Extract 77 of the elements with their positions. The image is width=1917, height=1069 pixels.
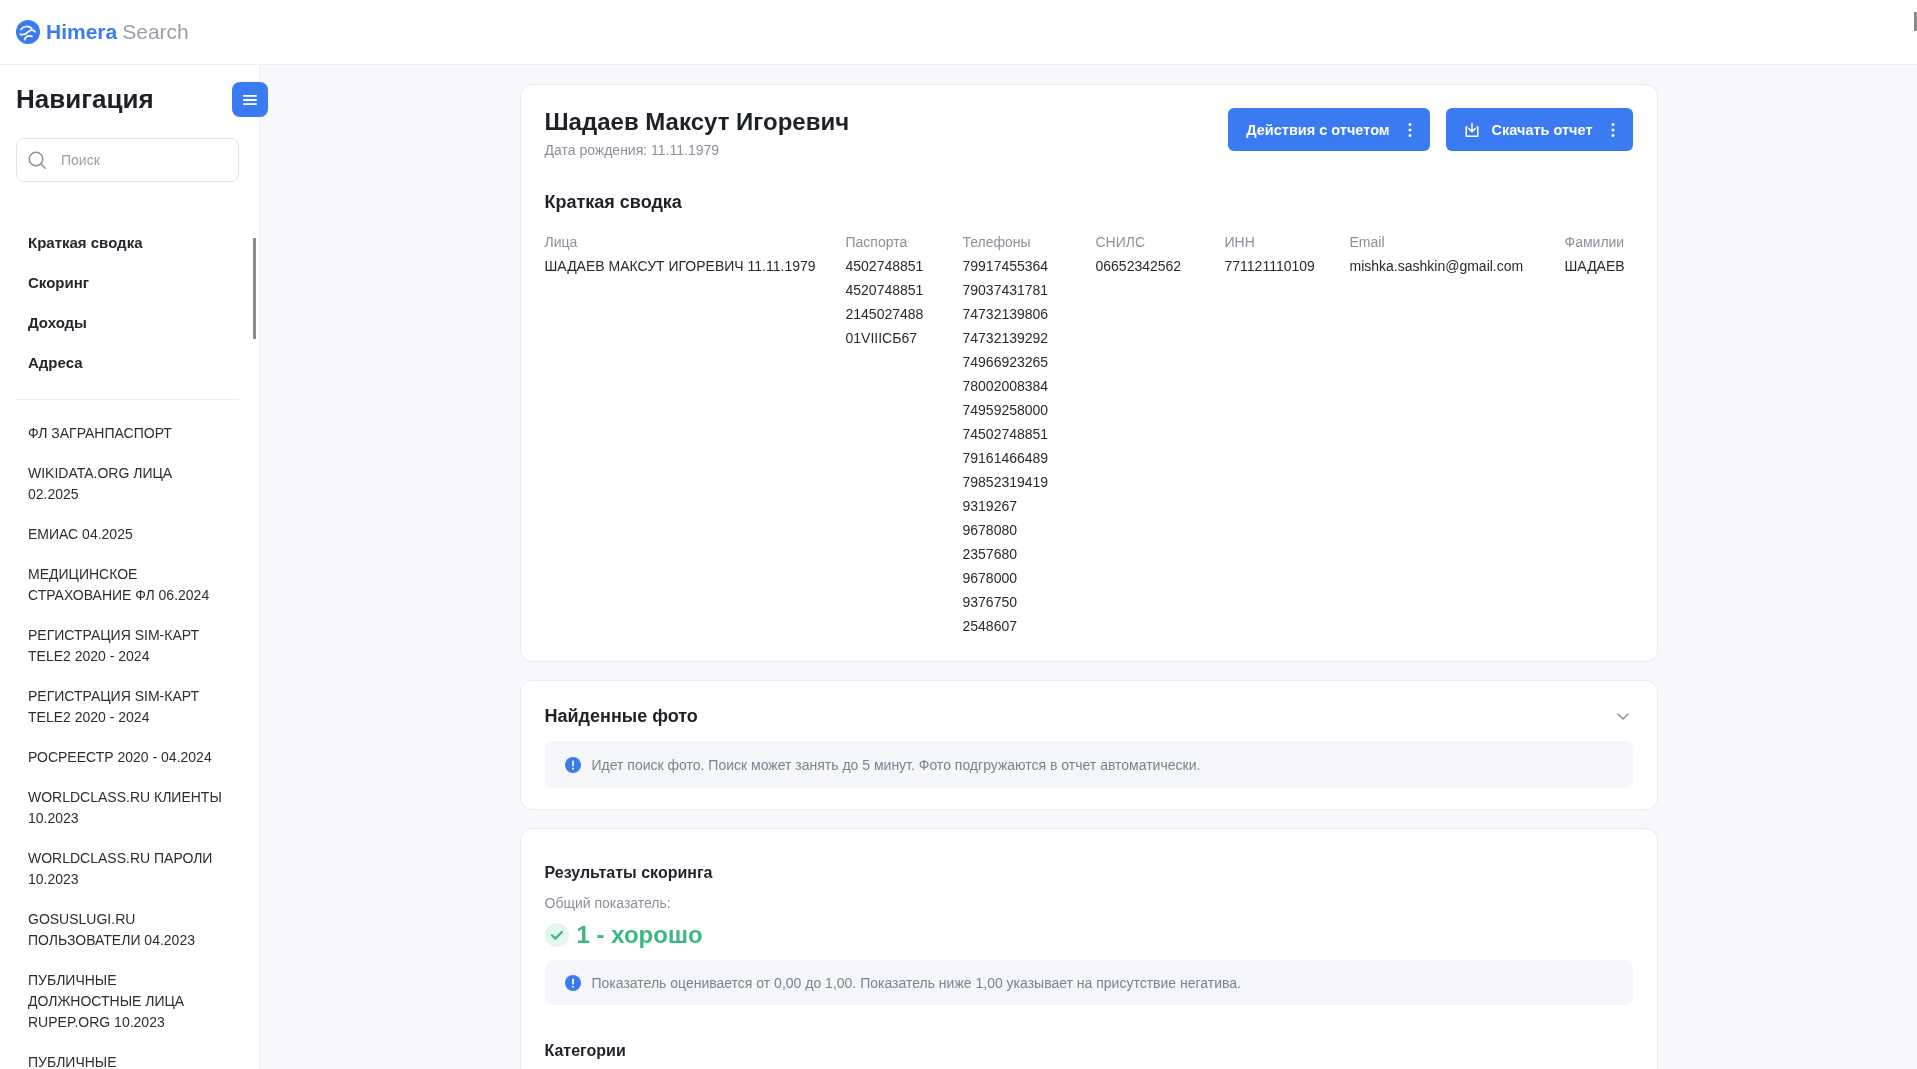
source-link[interactable]: WORLDCLASS.RU ПАРОЛИ 10.2023: [16, 848, 223, 890]
table-cell-text: ШАДАЕВ МАКСУТ ИГОРЕВИЧ 11.11.1979: [544, 257, 816, 276]
table-cell-text: 9678000: [962, 569, 1017, 588]
nav-link[interactable]: Доходы: [16, 303, 87, 343]
section-title: Краткая сводка: [544, 191, 682, 214]
table-cell-text: 74959258000: [962, 401, 1049, 420]
product-name: Search: [122, 20, 189, 44]
actions-button[interactable]: Действия с отчетом: [1228, 108, 1430, 151]
source-link[interactable]: РЕГИСТРАЦИЯ SIM-КАРТ TELE2 2020 - 2024: [16, 625, 223, 667]
table-cell-text: 06652342562: [1095, 257, 1182, 276]
source-link[interactable]: WORLDCLASS.RU КЛИЕНТЫ 10.2023: [16, 787, 223, 829]
chevron-down-icon[interactable]: [1616, 712, 1629, 720]
table-cell-text: 79037431781: [962, 281, 1049, 300]
menu-icon: [243, 94, 257, 105]
table-cell-text: 01VIIIСБ67: [845, 329, 917, 348]
section-title: Результаты скоринга: [544, 863, 713, 883]
column-header: Лица: [544, 233, 578, 252]
search-field[interactable]: Поиск: [16, 138, 239, 182]
table-cell-text: 74732139806: [962, 305, 1049, 324]
scrollbar-thumb[interactable]: [253, 238, 256, 339]
check-icon: [544, 923, 569, 947]
info-icon: [564, 974, 581, 991]
table-cell-text: 2357680: [962, 545, 1017, 564]
birth-date: Дата рождения: 11.11.1979: [544, 141, 720, 159]
table-cell-text: 9319267: [962, 497, 1017, 516]
table-cell-text: 78002008384: [962, 377, 1049, 396]
table-cell-text: 79852319419: [962, 473, 1049, 492]
source-link[interactable]: WIKIDATA.ORG ЛИЦА 02.2025: [16, 463, 223, 505]
table-cell-text: 74502748851: [962, 425, 1049, 444]
table-cell-text: 2145027488: [845, 305, 924, 324]
notice-text: Показатель оценивается от 0,00 до 1,00. Показатель ниже 1,00 указывает на присутствие негатива.: [591, 974, 1241, 991]
nav-link[interactable]: Адреса: [16, 343, 83, 383]
source-link[interactable]: РОСРЕЕСТР 2020 - 04.2024: [16, 747, 212, 768]
column-header: СНИЛС: [1095, 233, 1146, 252]
source-link[interactable]: РЕГИСТРАЦИЯ SIM-КАРТ TELE2 2020 - 2024: [16, 686, 223, 728]
source-link[interactable]: ЕМИАС 04.2025: [16, 524, 133, 545]
menu-button[interactable]: [232, 82, 268, 117]
table-cell-text: 79917455364: [962, 257, 1049, 276]
scrollbar-thumb[interactable]: [1914, 12, 1917, 31]
table-cell-text: 74966923265: [962, 353, 1049, 372]
logo-icon: [16, 20, 40, 44]
section-title: Найденные фото: [544, 705, 698, 728]
sidebar-title: Навигация: [16, 84, 154, 114]
nav-link[interactable]: Краткая сводка: [16, 223, 143, 263]
table-cell-text: 771121110109: [1224, 257, 1315, 276]
source-link[interactable]: МЕДИЦИНСКОЕ СТРАХОВАНИЕ ФЛ 06.2024: [16, 564, 223, 606]
download-button[interactable]: Скачать отчет: [1445, 108, 1633, 151]
person-name: Шадаев Максут Игоревич: [544, 108, 850, 136]
table-cell-text: mishka.sashkin@gmail.com: [1349, 257, 1524, 276]
source-link[interactable]: ФЛ ЗАГРАНПАСПОРТ: [16, 423, 172, 444]
column-header: Телефоны: [962, 233, 1031, 252]
score-value: 1 - хорошо: [576, 920, 703, 950]
info-icon: [564, 756, 581, 773]
column-header: Фамилии: [1564, 233, 1625, 252]
table-cell-text: ШАДАЕВ: [1564, 257, 1625, 276]
table-cell-text: 4520748851: [845, 281, 924, 300]
table-cell-text: 4502748851: [845, 257, 924, 276]
source-link[interactable]: ПУБЛИЧНЫЕ: [16, 1052, 117, 1069]
table-cell-text: 2548607: [962, 617, 1017, 636]
source-link[interactable]: GOSUSLUGI.RU ПОЛЬЗОВАТЕЛИ 04.2023: [16, 909, 223, 951]
score-label: Общий показатель:: [544, 894, 671, 913]
column-header: Паспорта: [845, 233, 908, 252]
nav-link[interactable]: Скоринг: [16, 263, 89, 303]
table-cell-text: 74732139292: [962, 329, 1049, 348]
brand-name: Himera: [46, 20, 118, 44]
notice-text: Идет поиск фото. Поиск может занять до 5 минут. Фото подгружаются в отчет автоматически.: [591, 756, 1201, 773]
search-icon: [28, 151, 46, 169]
table-cell-text: 9678080: [962, 521, 1017, 540]
column-header: ИНН: [1224, 233, 1255, 252]
source-link[interactable]: ПУБЛИЧНЫЕ ДОЛЖНОСТНЫЕ ЛИЦА RUPEP.ORG 10.2023: [16, 970, 223, 1033]
column-header: Email: [1349, 233, 1385, 252]
download-icon: [1463, 121, 1480, 138]
more-icon: [1610, 122, 1615, 137]
more-icon: [1407, 122, 1412, 137]
table-cell-text: 79161466489: [962, 449, 1049, 468]
section-title: Категории: [544, 1041, 626, 1061]
table-cell-text: 9376750: [962, 593, 1017, 612]
